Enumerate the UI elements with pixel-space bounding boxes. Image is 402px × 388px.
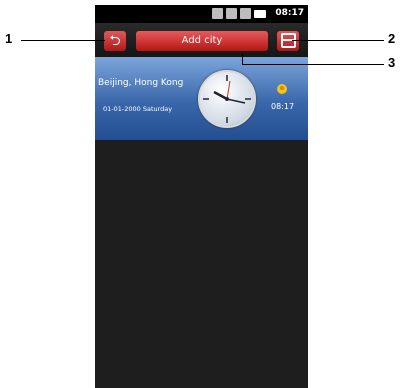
back-button[interactable]: ⮌ [104, 31, 126, 51]
city-time: 08:17 [271, 102, 295, 111]
add-city-button[interactable]: Add city [136, 31, 268, 51]
callout-label-3: 3 [388, 55, 396, 70]
phone-screen: 08:17 ⮌ Add city Beijing, Hong Kong 01-0… [95, 5, 308, 388]
callout-line-1 [21, 40, 105, 41]
analog-clock-icon [198, 70, 256, 128]
callout-line-2 [292, 40, 384, 41]
status-time: 08:17 [275, 8, 304, 18]
notification-icon [212, 8, 223, 19]
signal-icon [240, 8, 251, 19]
battery-icon [254, 9, 266, 18]
toolbar: ⮌ Add city [95, 23, 308, 57]
sun-icon [277, 84, 287, 94]
menu-button[interactable] [277, 31, 299, 51]
city-clock-card[interactable]: Beijing, Hong Kong 01-01-2000 Saturday 0… [95, 57, 308, 140]
back-arrow-icon: ⮌ [109, 33, 121, 49]
callout-line-3 [242, 64, 384, 65]
city-name: Beijing, Hong Kong [98, 78, 184, 88]
callout-line-3-stem [242, 54, 243, 64]
city-date: 01-01-2000 Saturday [103, 105, 173, 113]
status-bar: 08:17 [95, 5, 308, 23]
callout-label-1: 1 [5, 31, 13, 46]
sim-card-icon [226, 8, 237, 19]
callout-label-2: 2 [388, 31, 396, 46]
